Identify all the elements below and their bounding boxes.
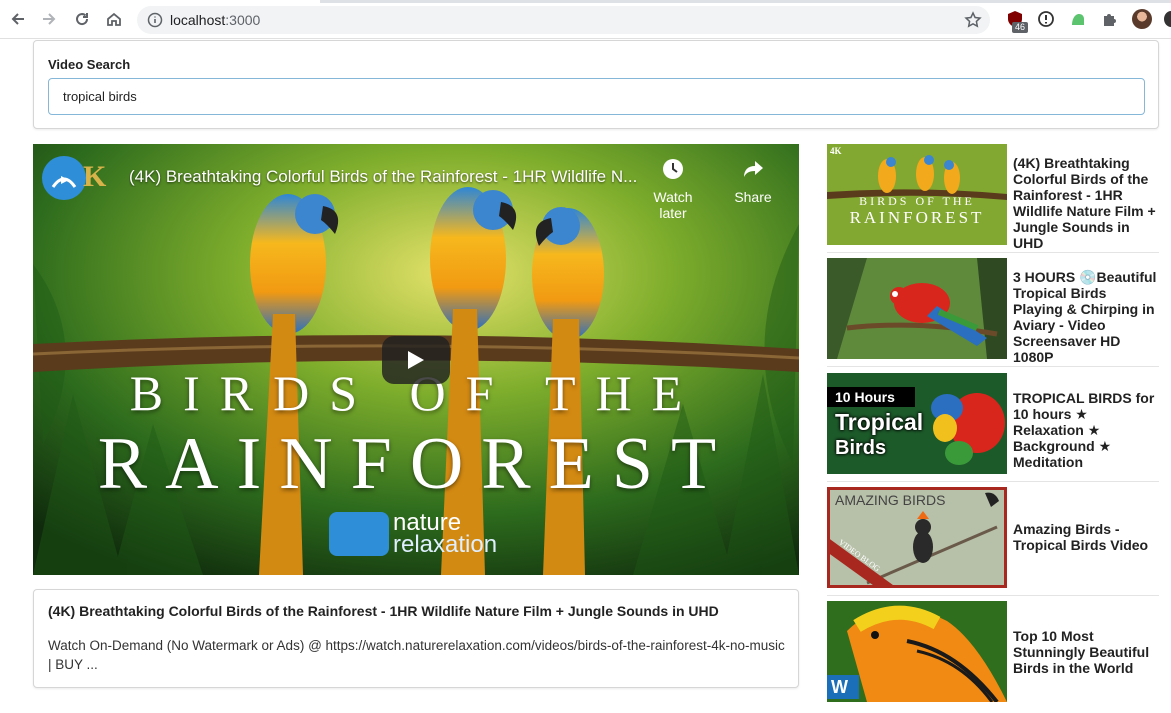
back-arrow-icon	[11, 13, 24, 25]
reload-icon	[76, 13, 89, 26]
menu-icon[interactable]	[1164, 11, 1171, 27]
url-port: :3000	[225, 12, 261, 28]
extension-badge: 46	[1012, 22, 1029, 33]
video-thumbnail[interactable]	[827, 258, 1007, 359]
info-icon[interactable]	[147, 12, 163, 28]
thumb-text: AMAZING BIRDS	[835, 492, 946, 508]
thumb-4k-label: 4K	[830, 146, 842, 156]
url-text: localhost:3000	[170, 12, 260, 28]
active-tab[interactable]	[0, 0, 320, 3]
video-title[interactable]: TROPICAL BIRDS for 10 hours ★ Relaxation…	[1013, 390, 1159, 470]
brand-watermark: nature relaxation	[329, 511, 498, 558]
home-button[interactable]	[103, 8, 125, 30]
video-player[interactable]: K (4K) Breathtaking Colorful Birds of th…	[33, 144, 799, 575]
brand-line2: relaxation	[393, 531, 498, 558]
browser-toolbar: localhost:3000 46	[0, 0, 1171, 39]
play-button[interactable]	[382, 336, 450, 384]
forward-button[interactable]	[38, 8, 60, 30]
search-input[interactable]	[48, 78, 1145, 115]
url-host: localhost	[170, 12, 226, 28]
profile-avatar[interactable]	[1132, 9, 1152, 29]
video-thumbnail[interactable]: W	[827, 601, 1007, 702]
video-detail-card: (4K) Breathtaking Colorful Birds of the …	[33, 589, 799, 688]
list-divider	[827, 595, 1159, 596]
video-thumbnail[interactable]: AMAZING BIRDS VIDEO BLOG	[827, 487, 1007, 588]
green-extension-icon[interactable]	[1069, 10, 1087, 28]
address-bar[interactable]: localhost:3000	[137, 6, 990, 34]
video-thumbnail[interactable]: 10 Hours Tropical Birds	[827, 373, 1007, 474]
thumb-text: BIRDS OF THE	[859, 194, 975, 208]
thumb-text: W	[831, 677, 848, 697]
video-detail-description: Watch On-Demand (No Watermark or Ads) @ …	[48, 638, 785, 672]
channel-logo-letter: K	[83, 160, 107, 193]
video-thumbnail[interactable]: 4K BIRDS OF THE RAINFOREST	[827, 144, 1007, 245]
thumb-text: Birds	[835, 437, 887, 459]
watch-later-label: Watch later	[653, 189, 693, 221]
watch-later-button[interactable]: Watch later	[638, 158, 708, 221]
home-icon	[107, 12, 121, 26]
clock-icon	[663, 159, 683, 179]
thumb-text: Tropical	[835, 409, 924, 435]
list-divider	[827, 366, 1159, 367]
search-label: Video Search	[48, 57, 131, 72]
tab-strip	[0, 0, 1171, 3]
play-icon	[408, 351, 424, 369]
share-arrow-icon	[744, 161, 763, 177]
bookmark-star-icon[interactable]	[964, 11, 982, 29]
list-divider	[827, 481, 1159, 482]
reload-button[interactable]	[71, 8, 93, 30]
list-divider	[827, 252, 1159, 253]
share-label: Share	[734, 189, 772, 205]
back-button[interactable]	[7, 8, 29, 30]
puzzle-extensions-icon[interactable]	[1101, 10, 1119, 28]
privacy-extension-icon[interactable]	[1037, 10, 1055, 28]
video-title[interactable]: Top 10 Most Stunningly Beautiful Birds i…	[1013, 628, 1159, 676]
brand-logo-icon	[329, 512, 389, 556]
video-detail-title: (4K) Breathtaking Colorful Birds of the …	[48, 603, 719, 619]
thumb-text: RAINFOREST	[849, 208, 985, 227]
player-title[interactable]: (4K) Breathtaking Colorful Birds of the …	[129, 167, 669, 187]
video-title[interactable]: (4K) Breathtaking Colorful Birds of the …	[1013, 155, 1159, 251]
video-title[interactable]: 3 HOURS 💿Beautiful Tropical Birds Playin…	[1013, 269, 1159, 365]
video-title[interactable]: Amazing Birds - Tropical Birds Video	[1013, 521, 1159, 553]
share-button[interactable]: Share	[718, 158, 788, 205]
overlay-title-line2: RAINFOREST	[97, 423, 735, 505]
channel-logo[interactable]	[42, 156, 86, 200]
search-card: Video Search	[33, 40, 1159, 129]
thumb-text: 10 Hours	[835, 389, 895, 405]
forward-arrow-icon	[43, 13, 56, 25]
channel-logo-icon	[51, 176, 77, 188]
